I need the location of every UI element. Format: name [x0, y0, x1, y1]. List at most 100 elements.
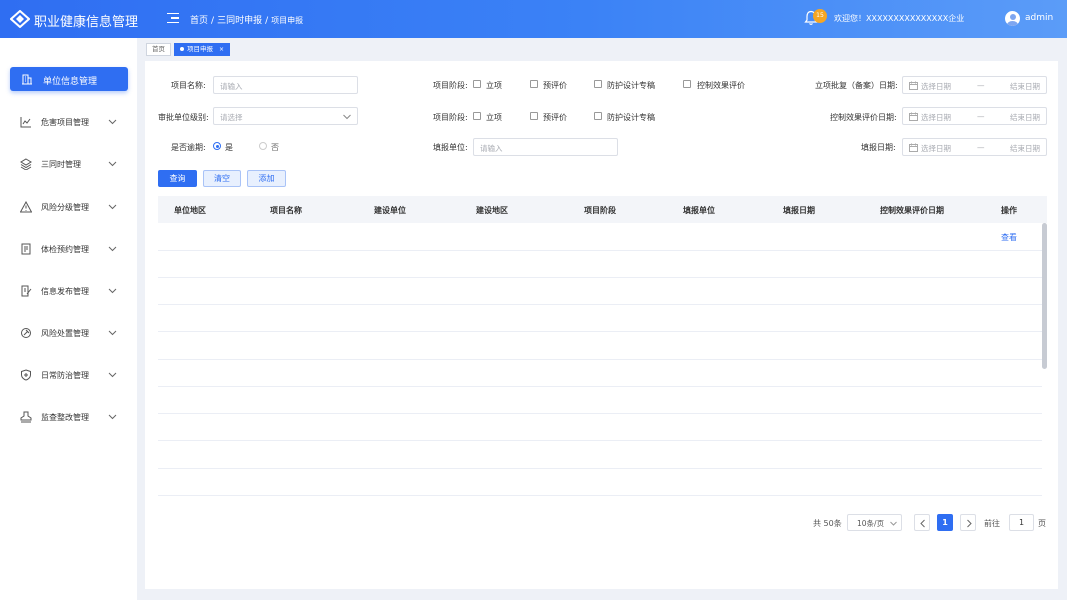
chevron-down-icon [108, 246, 117, 252]
checkbox-initiation[interactable] [473, 80, 481, 88]
project-stage-label: 项目阶段: [433, 81, 468, 90]
sidebar-item-daily-prevention[interactable]: 日常防治管理 [0, 363, 137, 387]
sidebar-item-hazard[interactable]: 危害项目管理 [0, 110, 137, 134]
page-size-select[interactable]: 10条/页 [847, 514, 902, 531]
radio-label: 是 [225, 143, 233, 152]
sidebar-item-risk-level[interactable]: 风险分级管理 [0, 195, 137, 219]
checkbox-label: 立项 [486, 81, 502, 90]
column-header: 控制效果评价日期 [880, 206, 944, 215]
column-header: 填报单位 [683, 206, 715, 215]
sidebar-item-label: 风险处置管理 [41, 329, 89, 338]
sidebar-item-label: 危害项目管理 [41, 118, 89, 127]
table-row [158, 331, 1042, 332]
date-end-placeholder: 结束日期 [1010, 82, 1040, 91]
tab-home[interactable]: 首页 [146, 43, 171, 56]
checkbox-label: 预评价 [543, 81, 567, 90]
sidebar-item-label: 监查整改管理 [41, 413, 89, 422]
table-row [158, 304, 1042, 305]
menu-toggle-icon[interactable] [167, 13, 179, 24]
approval-level-select[interactable]: 请选择 [213, 107, 358, 125]
date-end-placeholder: 结束日期 [1010, 144, 1040, 153]
checkbox-label: 立项 [486, 113, 502, 122]
welcome-text: 欢迎您！XXXXXXXXXXXXXXX企业 [834, 14, 965, 23]
chevron-left-icon [920, 519, 925, 528]
notification-badge: 15 [813, 9, 827, 23]
warning-icon [20, 201, 32, 213]
tab-label: 首页 [152, 45, 165, 53]
checkbox-label: 防护设计专稿 [607, 81, 655, 90]
control-date-range[interactable]: 选择日期 — 结束日期 [902, 107, 1047, 125]
sidebar-item-publish[interactable]: 信息发布管理 [0, 279, 137, 303]
checkbox-protection-design-2[interactable] [594, 112, 602, 120]
breadcrumb-home[interactable]: 首页 [190, 16, 208, 26]
project-name-label: 项目名称: [171, 81, 206, 90]
sidebar-item-risk-handling[interactable]: 风险处置管理 [0, 321, 137, 345]
overdue-label: 是否逾期: [171, 143, 206, 152]
report-unit-input[interactable]: 请输入 [473, 138, 618, 156]
column-header: 项目阶段 [584, 206, 616, 215]
column-header: 操作 [1001, 206, 1017, 215]
chevron-down-icon [108, 372, 117, 378]
calendar-icon [909, 143, 918, 152]
radio-overdue-no[interactable] [259, 142, 267, 150]
top-header: 职业健康信息管理 首页 / 三同时申报 / 项目申报 15 欢迎您！XXXXXXXXXX… [0, 0, 1067, 38]
view-link[interactable]: 查看 [1001, 232, 1017, 243]
table-scrollbar[interactable] [1042, 223, 1047, 369]
close-icon[interactable]: × [219, 46, 224, 53]
column-header: 填报日期 [783, 206, 815, 215]
tool-icon [21, 328, 31, 338]
goto-page-input[interactable]: 1 [1009, 514, 1034, 531]
app-title: 职业健康信息管理 [34, 15, 139, 30]
table-row [158, 250, 1042, 251]
table-row [158, 359, 1042, 360]
column-header: 建设单位 [374, 206, 406, 215]
chevron-down-icon [108, 414, 117, 420]
chart-line-icon [20, 117, 31, 128]
clipboard-icon [21, 243, 31, 255]
calendar-icon [909, 81, 918, 90]
table-row [158, 468, 1042, 469]
report-date-range[interactable]: 选择日期 — 结束日期 [902, 138, 1047, 156]
sidebar-item-unit-info[interactable]: 单位信息管理 [10, 67, 128, 91]
chevron-down-icon [343, 114, 351, 120]
table-row [158, 440, 1042, 441]
clear-button[interactable]: 清空 [203, 170, 241, 187]
approval-level-label: 审批单位级别: [158, 113, 209, 122]
breadcrumb-section[interactable]: 三同时申报 [217, 16, 262, 26]
chevron-down-icon [108, 161, 117, 167]
tab-project-report[interactable]: 项目申报 × [174, 43, 231, 56]
page-suffix: 页 [1038, 519, 1046, 528]
avatar[interactable] [1005, 11, 1020, 26]
breadcrumb: 首页 / 三同时申报 / 项目申报 [190, 16, 304, 26]
chevron-right-icon [967, 519, 972, 528]
approval-date-range[interactable]: 选择日期 — 结束日期 [902, 76, 1047, 94]
table-row [158, 413, 1042, 414]
calendar-icon [909, 112, 918, 121]
goto-label: 前往 [984, 519, 1000, 528]
sidebar-item-three-simultaneous[interactable]: 三同时管理 [0, 152, 137, 176]
radio-label: 否 [271, 143, 279, 152]
username[interactable]: admin [1025, 13, 1053, 23]
checkbox-pre-evaluation-2[interactable] [530, 112, 538, 120]
date-start-placeholder: 选择日期 [921, 144, 951, 153]
layers-icon [20, 158, 32, 170]
column-header: 建设地区 [476, 206, 508, 215]
checkbox-protection-design[interactable] [594, 80, 602, 88]
checkbox-initiation-2[interactable] [473, 112, 481, 120]
app-logo-icon [10, 10, 30, 28]
page-number-current[interactable]: 1 [937, 514, 953, 531]
query-button[interactable]: 查询 [158, 170, 197, 187]
add-button[interactable]: 添加 [247, 170, 286, 187]
date-separator: — [977, 112, 985, 121]
prev-page-button[interactable] [914, 514, 930, 531]
date-start-placeholder: 选择日期 [921, 113, 951, 122]
date-end-placeholder: 结束日期 [1010, 113, 1040, 122]
next-page-button[interactable] [960, 514, 976, 531]
chevron-down-icon [890, 521, 897, 526]
project-name-input[interactable]: 请输入 [213, 76, 358, 94]
radio-overdue-yes[interactable] [213, 142, 221, 150]
sidebar-item-inspection[interactable]: 监查整改管理 [0, 405, 137, 429]
checkbox-control-effect[interactable] [683, 80, 691, 88]
checkbox-pre-evaluation[interactable] [530, 80, 538, 88]
sidebar-item-checkup[interactable]: 体检预约管理 [0, 237, 137, 261]
